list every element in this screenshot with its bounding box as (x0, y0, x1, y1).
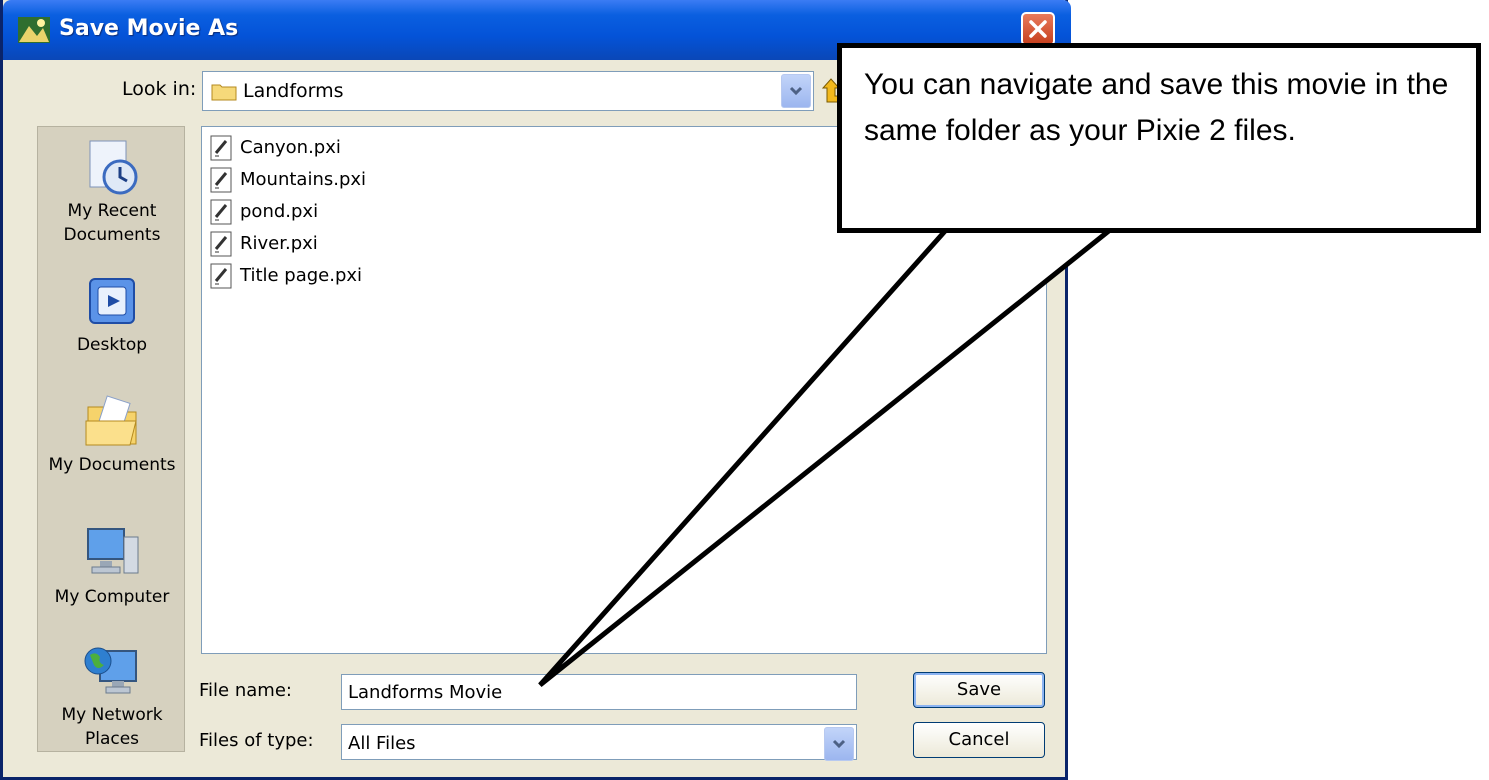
callout-box: You can navigate and save this movie in … (837, 43, 1481, 233)
callout-text: You can navigate and save this movie in … (864, 68, 1449, 147)
